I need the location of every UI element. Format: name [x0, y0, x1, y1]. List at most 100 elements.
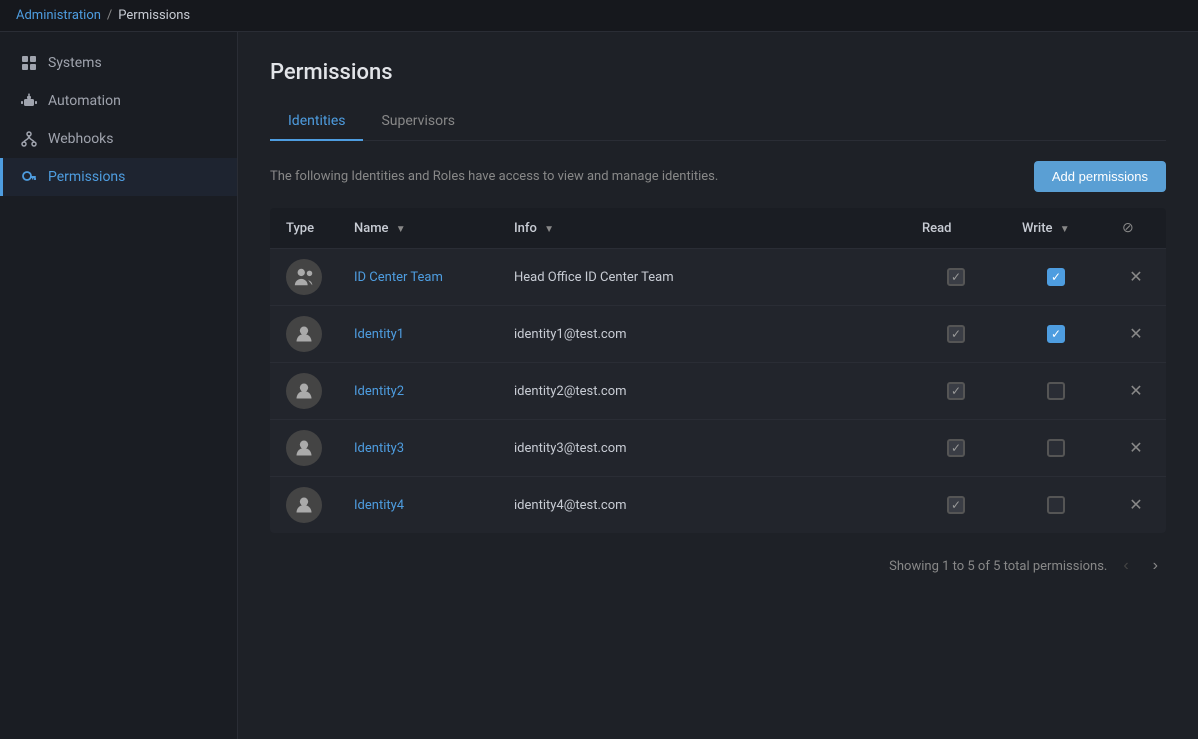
cell-name[interactable]: Identity4 — [338, 477, 498, 534]
cell-delete[interactable]: ✕ — [1106, 306, 1166, 363]
cell-read[interactable]: ✓ — [906, 477, 1006, 534]
breadcrumb: Administration / Permissions — [0, 0, 1198, 32]
checkbox-read-box[interactable]: ✓ — [947, 268, 965, 286]
sidebar-item-webhooks-label: Webhooks — [48, 131, 114, 147]
checkmark: ✓ — [951, 328, 961, 340]
breadcrumb-separator: / — [107, 8, 112, 23]
avatar — [286, 316, 322, 352]
cell-delete[interactable]: ✕ — [1106, 420, 1166, 477]
tab-identities[interactable]: Identities — [270, 105, 363, 141]
tab-supervisors[interactable]: Supervisors — [363, 105, 473, 141]
col-name-header[interactable]: Name ▼ — [338, 208, 498, 249]
cell-read[interactable]: ✓ — [906, 249, 1006, 306]
cell-delete[interactable]: ✕ — [1106, 363, 1166, 420]
checkbox-read-box[interactable]: ✓ — [947, 496, 965, 514]
cell-read[interactable]: ✓ — [906, 363, 1006, 420]
sidebar-item-automation[interactable]: Automation — [0, 82, 237, 120]
col-info-header[interactable]: Info ▼ — [498, 208, 906, 249]
add-permissions-button[interactable]: Add permissions — [1034, 161, 1166, 192]
sidebar-item-systems-label: Systems — [48, 55, 102, 71]
sidebar-item-permissions[interactable]: Permissions — [0, 158, 237, 196]
delete-button[interactable]: ✕ — [1123, 493, 1148, 517]
sidebar-item-systems[interactable]: Systems — [0, 44, 237, 82]
delete-button[interactable]: ✕ — [1123, 436, 1148, 460]
delete-button[interactable]: ✕ — [1123, 379, 1148, 403]
cell-type — [270, 420, 338, 477]
table-header: Type Name ▼ Info ▼ Read Write — [270, 208, 1166, 249]
webhook-icon — [20, 130, 38, 148]
cell-delete[interactable]: ✕ — [1106, 249, 1166, 306]
cell-write[interactable]: ✓ — [1006, 306, 1106, 363]
cell-delete[interactable]: ✕ — [1106, 477, 1166, 534]
identity-link[interactable]: ID Center Team — [354, 270, 443, 285]
cell-write[interactable] — [1006, 363, 1106, 420]
checkbox-write[interactable]: ✓ — [1022, 268, 1090, 286]
checkbox-write[interactable] — [1022, 382, 1090, 400]
checkbox-write-box[interactable] — [1047, 439, 1065, 457]
cell-name[interactable]: ID Center Team — [338, 249, 498, 306]
name-filter-icon[interactable]: ▼ — [396, 224, 406, 235]
cell-write[interactable]: ✓ — [1006, 249, 1106, 306]
pagination: Showing 1 to 5 of 5 total permissions. ‹… — [270, 553, 1166, 579]
checkbox-read[interactable]: ✓ — [922, 325, 990, 343]
checkbox-write-box[interactable] — [1047, 382, 1065, 400]
cell-read[interactable]: ✓ — [906, 420, 1006, 477]
delete-filter-icon[interactable]: ⊘ — [1122, 220, 1134, 236]
delete-button[interactable]: ✕ — [1123, 322, 1148, 346]
checkbox-write-box[interactable]: ✓ — [1047, 268, 1065, 286]
identity-link[interactable]: Identity1 — [354, 327, 404, 342]
checkbox-read-box[interactable]: ✓ — [947, 439, 965, 457]
sidebar: Systems Automation — [0, 32, 238, 739]
checkbox-read-box[interactable]: ✓ — [947, 382, 965, 400]
identity-link[interactable]: Identity3 — [354, 441, 404, 456]
checkbox-read[interactable]: ✓ — [922, 268, 990, 286]
checkbox-read[interactable]: ✓ — [922, 382, 990, 400]
checkbox-read-box[interactable]: ✓ — [947, 325, 965, 343]
avatar — [286, 430, 322, 466]
cell-info: identity3@test.com — [498, 420, 906, 477]
checkmark: ✓ — [951, 499, 961, 511]
pagination-prev[interactable]: ‹ — [1115, 553, 1136, 579]
delete-button[interactable]: ✕ — [1123, 265, 1148, 289]
checkmark: ✓ — [951, 385, 961, 397]
identity-link[interactable]: Identity4 — [354, 498, 404, 513]
cell-write[interactable] — [1006, 477, 1106, 534]
col-write-header[interactable]: Write ▼ — [1006, 208, 1106, 249]
checkbox-read[interactable]: ✓ — [922, 439, 990, 457]
pagination-next[interactable]: › — [1145, 553, 1166, 579]
sidebar-item-webhooks[interactable]: Webhooks — [0, 120, 237, 158]
identity-link[interactable]: Identity2 — [354, 384, 404, 399]
cell-read[interactable]: ✓ — [906, 306, 1006, 363]
cell-name[interactable]: Identity1 — [338, 306, 498, 363]
col-delete-header[interactable]: ⊘ — [1106, 208, 1166, 249]
checkmark: ✓ — [1051, 328, 1061, 340]
checkbox-write[interactable]: ✓ — [1022, 325, 1090, 343]
info-filter-icon[interactable]: ▼ — [544, 224, 554, 235]
cell-name[interactable]: Identity2 — [338, 363, 498, 420]
cell-type — [270, 306, 338, 363]
pagination-status: Showing 1 to 5 of 5 total permissions. — [889, 559, 1107, 574]
checkbox-write-box[interactable] — [1047, 496, 1065, 514]
permissions-table: Type Name ▼ Info ▼ Read Write — [270, 208, 1166, 533]
table-row: Identity3 identity3@test.com ✓ ✕ — [270, 420, 1166, 477]
cell-type — [270, 249, 338, 306]
breadcrumb-parent[interactable]: Administration — [16, 8, 101, 23]
table-row: Identity4identity4@test.com✓✕ — [270, 477, 1166, 534]
key-icon — [20, 168, 38, 186]
write-filter-icon[interactable]: ▼ — [1060, 224, 1070, 235]
cell-name[interactable]: Identity3 — [338, 420, 498, 477]
avatar — [286, 487, 322, 523]
cell-info: identity2@test.com — [498, 363, 906, 420]
col-read-header: Read — [906, 208, 1006, 249]
checkbox-write[interactable] — [1022, 439, 1090, 457]
avatar — [286, 373, 322, 409]
checkbox-write[interactable] — [1022, 496, 1090, 514]
cell-info: identity1@test.com — [498, 306, 906, 363]
cell-write[interactable] — [1006, 420, 1106, 477]
checkbox-write-box[interactable]: ✓ — [1047, 325, 1065, 343]
checkbox-read[interactable]: ✓ — [922, 496, 990, 514]
sidebar-item-permissions-label: Permissions — [48, 169, 125, 185]
cell-type — [270, 363, 338, 420]
permissions-description: The following Identities and Roles have … — [270, 169, 718, 184]
avatar — [286, 259, 322, 295]
